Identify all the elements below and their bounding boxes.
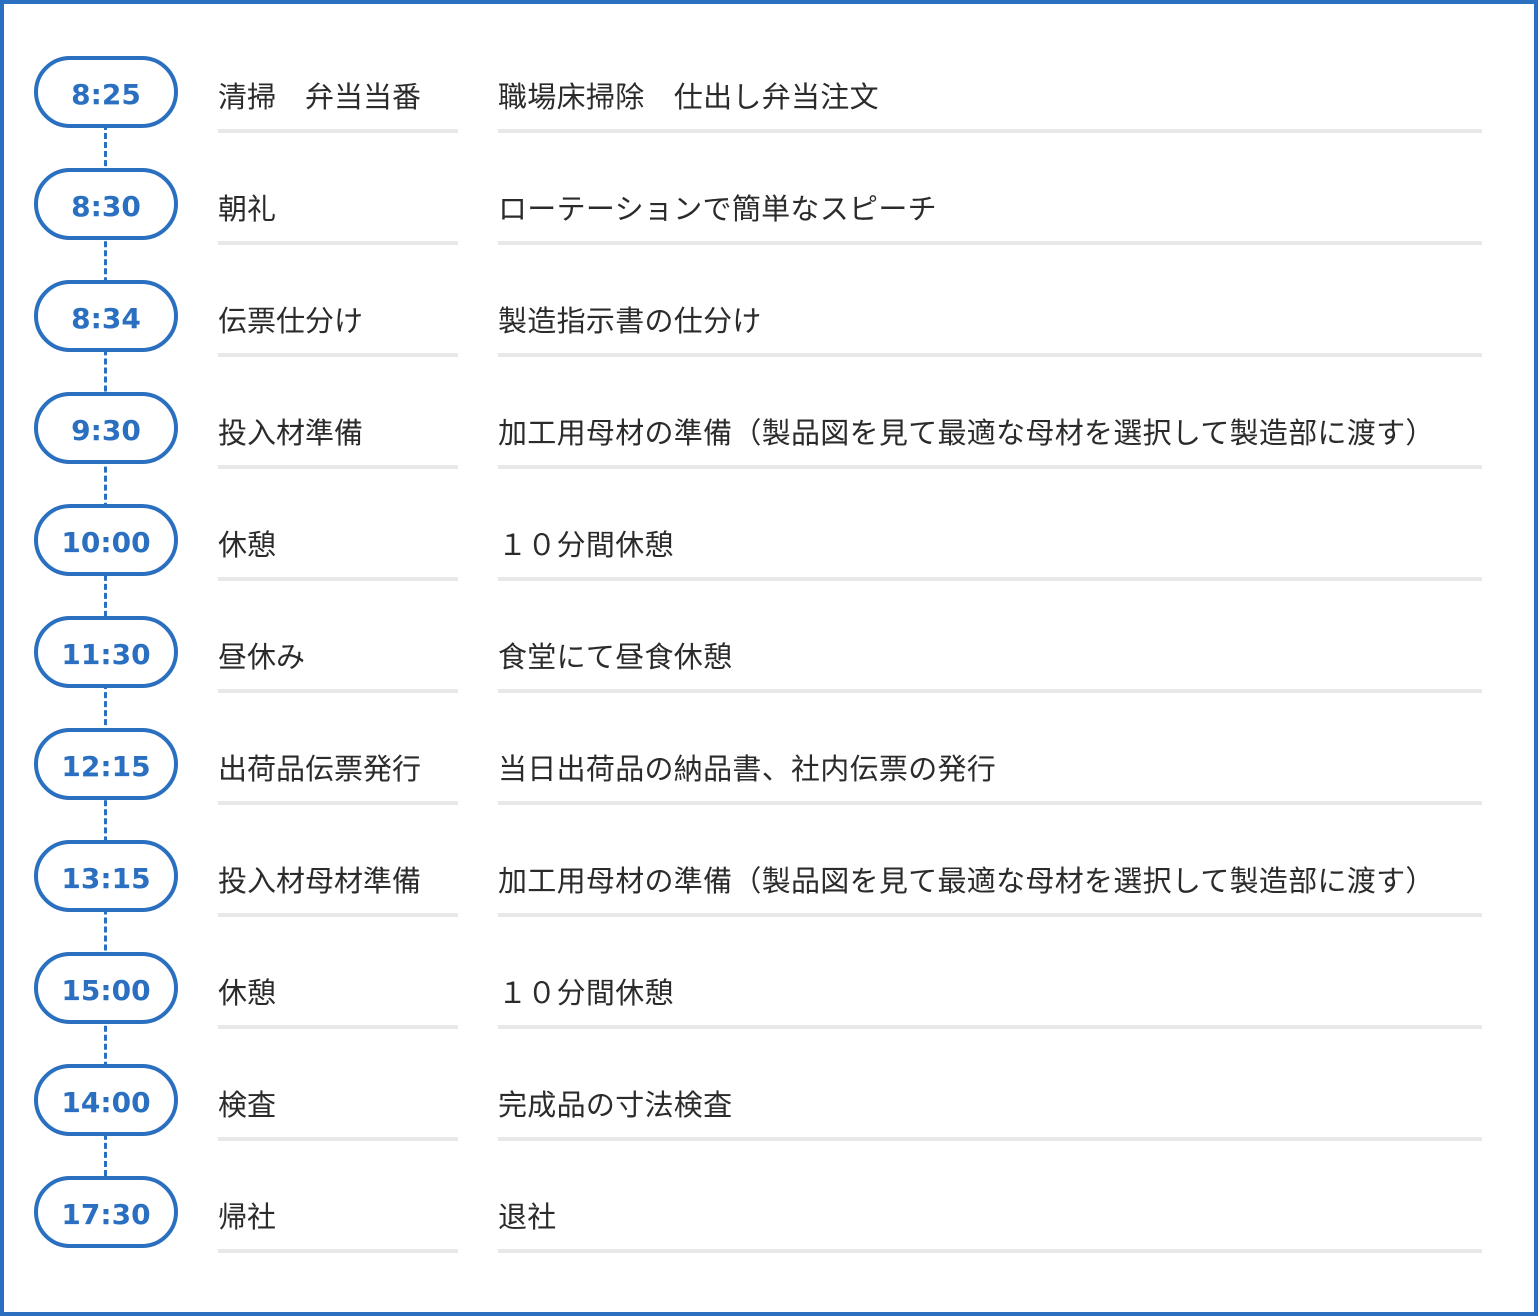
task-divider (218, 353, 458, 357)
time-badge: 17:30 (34, 1176, 178, 1248)
schedule-row: 9:30 投入材準備 加工用母材の準備（製品図を見て最適な母材を選択して製造部に… (4, 392, 1538, 472)
task-name: 帰社 (218, 1200, 277, 1234)
task-description: 加工用母材の準備（製品図を見て最適な母材を選択して製造部に渡す） (498, 864, 1435, 898)
time-badge: 12:15 (34, 728, 178, 800)
task-divider (218, 1249, 458, 1253)
task-name: 投入材準備 (218, 416, 364, 450)
task-description: ローテーションで簡単なスピーチ (498, 192, 937, 226)
schedule-row: 10:00 休憩 １０分間休憩 (4, 504, 1538, 584)
description-divider (498, 465, 1482, 469)
time-badge: 13:15 (34, 840, 178, 912)
task-description: １０分間休憩 (498, 528, 674, 562)
time-badge: 10:00 (34, 504, 178, 576)
task-description: 当日出荷品の納品書、社内伝票の発行 (498, 752, 997, 786)
schedule-row: 8:25 清掃 弁当当番 職場床掃除 仕出し弁当注文 (4, 56, 1538, 136)
description-divider (498, 353, 1482, 357)
time-badge: 14:00 (34, 1064, 178, 1136)
task-name: 投入材母材準備 (218, 864, 422, 898)
task-divider (218, 689, 458, 693)
task-description: 職場床掃除 仕出し弁当注文 (498, 80, 879, 114)
description-divider (498, 241, 1482, 245)
schedule-row: 17:30 帰社 退社 (4, 1176, 1538, 1256)
description-divider (498, 801, 1482, 805)
task-description: 完成品の寸法検査 (498, 1088, 733, 1122)
task-name: 休憩 (218, 976, 277, 1010)
description-divider (498, 1249, 1482, 1253)
task-description: 退社 (498, 1200, 557, 1234)
description-divider (498, 689, 1482, 693)
time-badge: 8:25 (34, 56, 178, 128)
task-divider (218, 1025, 458, 1029)
task-description: １０分間休憩 (498, 976, 674, 1010)
task-name: 清掃 弁当当番 (218, 80, 422, 114)
task-divider (218, 577, 458, 581)
description-divider (498, 129, 1482, 133)
task-description: 製造指示書の仕分け (498, 304, 762, 338)
schedule-row: 8:34 伝票仕分け 製造指示書の仕分け (4, 280, 1538, 360)
task-divider (218, 129, 458, 133)
task-name: 昼休み (218, 640, 306, 674)
task-description: 食堂にて昼食休憩 (498, 640, 733, 674)
description-divider (498, 1137, 1482, 1141)
time-badge: 8:34 (34, 280, 178, 352)
task-name: 朝礼 (218, 192, 277, 226)
schedule-row: 8:30 朝礼 ローテーションで簡単なスピーチ (4, 168, 1538, 248)
time-badge: 11:30 (34, 616, 178, 688)
task-name: 出荷品伝票発行 (218, 752, 422, 786)
schedule-row: 13:15 投入材母材準備 加工用母材の準備（製品図を見て最適な母材を選択して製… (4, 840, 1538, 920)
task-name: 伝票仕分け (218, 304, 364, 338)
task-divider (218, 465, 458, 469)
description-divider (498, 1025, 1482, 1029)
schedule-row: 15:00 休憩 １０分間休憩 (4, 952, 1538, 1032)
task-divider (218, 913, 458, 917)
task-divider (218, 1137, 458, 1141)
task-name: 休憩 (218, 528, 277, 562)
task-description: 加工用母材の準備（製品図を見て最適な母材を選択して製造部に渡す） (498, 416, 1435, 450)
task-divider (218, 241, 458, 245)
schedule-row: 14:00 検査 完成品の寸法検査 (4, 1064, 1538, 1144)
description-divider (498, 577, 1482, 581)
time-badge: 8:30 (34, 168, 178, 240)
schedule-panel: 8:25 清掃 弁当当番 職場床掃除 仕出し弁当注文 8:30 朝礼 ローテーシ… (0, 0, 1538, 1316)
description-divider (498, 913, 1482, 917)
schedule-row: 12:15 出荷品伝票発行 当日出荷品の納品書、社内伝票の発行 (4, 728, 1538, 808)
time-badge: 15:00 (34, 952, 178, 1024)
time-badge: 9:30 (34, 392, 178, 464)
task-divider (218, 801, 458, 805)
task-name: 検査 (218, 1088, 277, 1122)
schedule-row: 11:30 昼休み 食堂にて昼食休憩 (4, 616, 1538, 696)
